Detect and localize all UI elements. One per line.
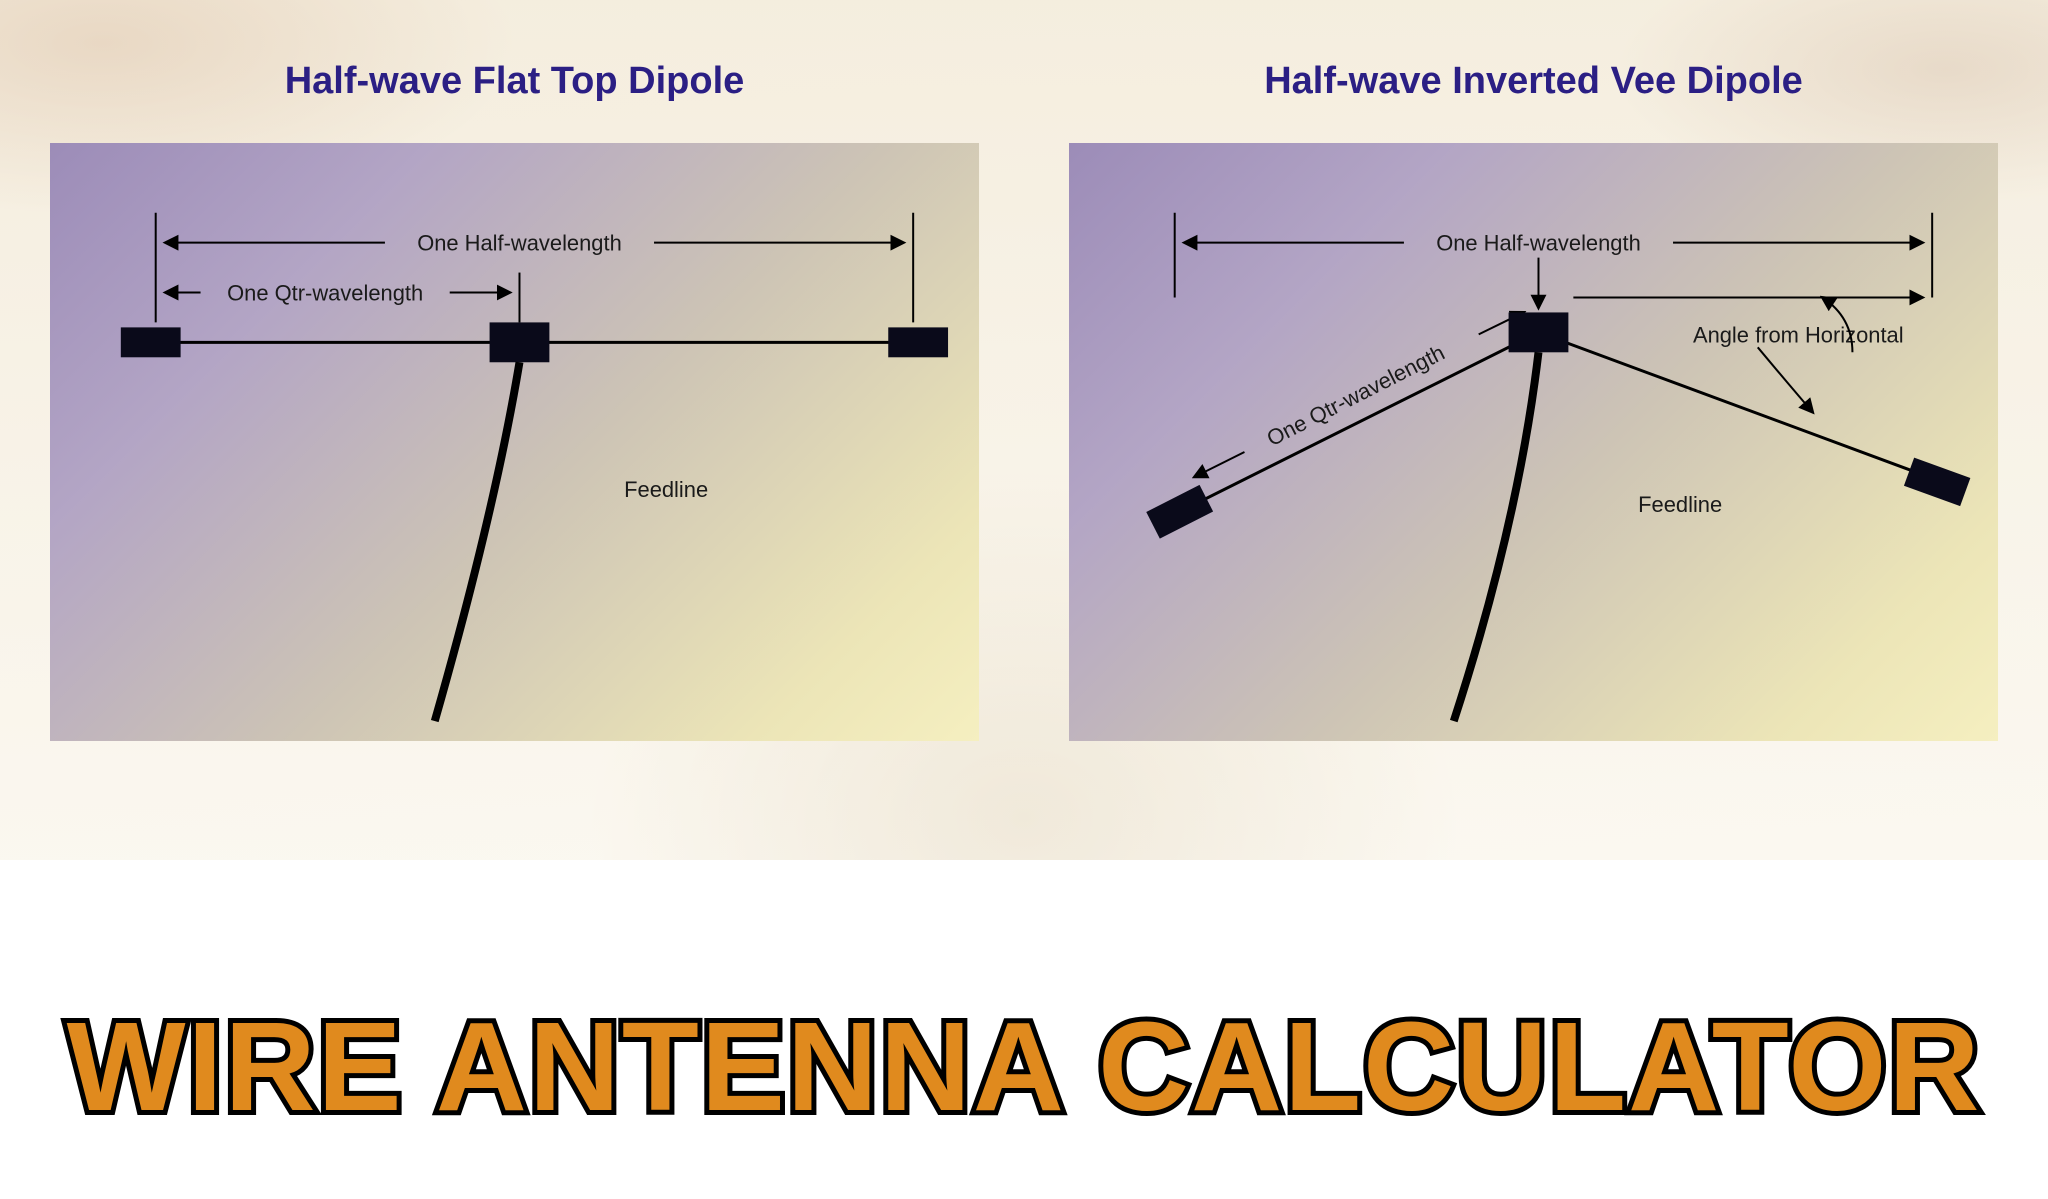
flat-top-svg: One Half-wavelength One Qtr-wavelength F… [50,143,979,741]
qtr-wl-label: One Qtr-wavelength [227,280,423,305]
qtr-wl-label-r: One Qtr-wavelength [1263,340,1449,451]
page-title: WIRE ANTENNA CALCULATOR [0,994,2048,1139]
inverted-vee-svg: One Half-wavelength Angle from Horizonta… [1069,143,1998,741]
angle-label: Angle from Horizontal [1693,322,1904,347]
feedline-label: Feedline [624,477,708,502]
flat-top-title: Half-wave Flat Top Dipole [285,60,745,103]
inverted-vee-panel: Half-wave Inverted Vee Dipole One Half-w… [1069,60,1998,741]
half-wl-label: One Half-wavelength [417,231,622,256]
half-wl-label-r: One Half-wavelength [1436,231,1641,256]
flat-top-diagram: One Half-wavelength One Qtr-wavelength F… [50,143,979,741]
inverted-vee-diagram: One Half-wavelength Angle from Horizonta… [1069,143,1998,741]
panels-container: Half-wave Flat Top Dipole One Half-wavel… [0,0,2048,741]
flat-top-panel: Half-wave Flat Top Dipole One Half-wavel… [50,60,979,741]
inverted-vee-title: Half-wave Inverted Vee Dipole [1264,60,1803,103]
feedline-label-r: Feedline [1638,492,1722,517]
